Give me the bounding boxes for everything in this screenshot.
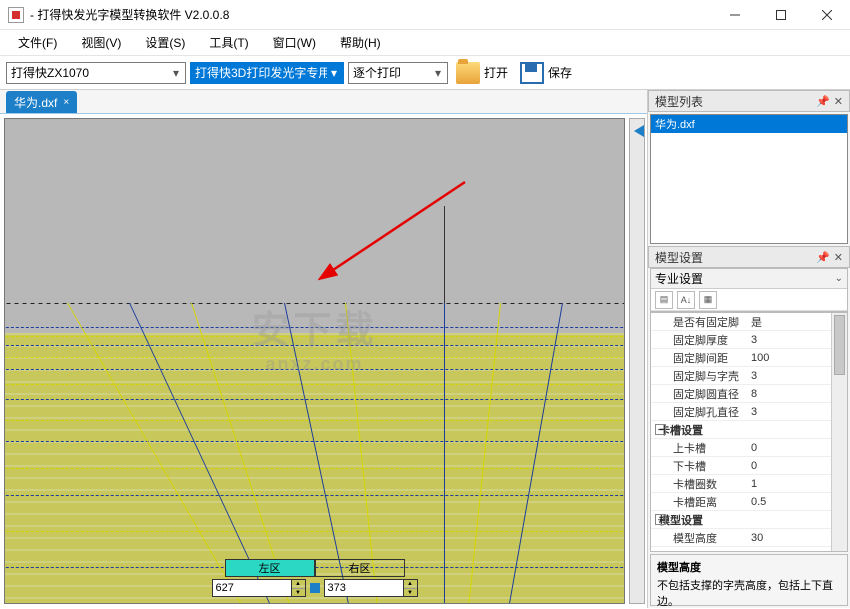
model-settings-title: 模型设置 — [655, 249, 703, 266]
annotation-arrow — [315, 177, 475, 287]
menu-settings[interactable]: 设置(S) — [133, 30, 197, 55]
menu-bar: 文件(F) 视图(V) 设置(S) 工具(T) 窗口(W) 帮助(H) — [0, 30, 850, 56]
property-group[interactable]: –卡槽设置 — [651, 421, 831, 439]
property-scrollbar[interactable] — [831, 313, 847, 551]
section-label: 专业设置 — [655, 270, 703, 287]
menu-window[interactable]: 窗口(W) — [261, 30, 328, 55]
model-list-header: 模型列表 📌 ✕ — [648, 90, 850, 112]
menu-tools[interactable]: 工具(T) — [197, 30, 260, 55]
profile-select[interactable]: 打得快3D打印发光字专用 ▾ — [190, 62, 344, 84]
minimize-button[interactable] — [712, 0, 758, 30]
stepper-left[interactable]: ▲▼ — [292, 579, 306, 597]
menu-file[interactable]: 文件(F) — [6, 30, 69, 55]
document-tab[interactable]: 华为.dxf × — [6, 91, 77, 113]
title-bar: - 打得快发光字模型转换软件 V2.0.0.8 — [0, 0, 850, 30]
categorize-icon[interactable]: ▤ — [655, 291, 673, 309]
print-mode-value: 逐个打印 — [353, 64, 431, 81]
menu-view[interactable]: 视图(V) — [69, 30, 133, 55]
list-item[interactable]: 华为.dxf — [651, 115, 847, 133]
property-grid[interactable]: 是否有固定脚是固定脚厚度3固定脚间距100固定脚与字壳3固定脚圆直径8固定脚孔直… — [650, 312, 848, 552]
save-icon — [520, 62, 544, 84]
model-list[interactable]: 华为.dxf — [650, 114, 848, 244]
chevron-down-icon: ▾ — [327, 66, 341, 80]
printer-select-value: 打得快ZX1070 — [11, 64, 169, 81]
property-row[interactable]: 模型高度30 — [651, 529, 831, 547]
zone-left-input[interactable] — [212, 579, 292, 597]
chevron-down-icon: ▾ — [431, 66, 445, 80]
desc-body: 不包括支撑的字壳高度，包括上下直边。 — [657, 577, 841, 609]
viewport-3d[interactable]: 安下载 anxz.com 左区 右区 ▲▼ — [4, 118, 625, 604]
pin-icon[interactable]: 📌 — [816, 251, 830, 264]
pin-icon[interactable]: 📌 — [816, 95, 830, 108]
section-select[interactable]: 专业设置 ⌄ — [651, 269, 847, 289]
props-icon[interactable]: ▦ — [699, 291, 717, 309]
property-row[interactable]: 固定脚孔直径3 — [651, 403, 831, 421]
property-row[interactable]: 下卡槽0 — [651, 457, 831, 475]
tab-close-icon[interactable]: × — [63, 97, 69, 108]
zone-slider-handle[interactable] — [310, 583, 320, 593]
window-title: - 打得快发光字模型转换软件 V2.0.0.8 — [30, 6, 712, 23]
property-row[interactable]: 固定脚厚度3 — [651, 331, 831, 349]
app-icon — [8, 7, 24, 23]
viewport-scrollbar[interactable] — [629, 118, 645, 604]
scroll-marker-icon — [634, 125, 644, 137]
menu-help[interactable]: 帮助(H) — [328, 30, 393, 55]
save-label: 保存 — [548, 64, 572, 81]
model-settings-header: 模型设置 📌 ✕ — [648, 246, 850, 268]
property-toolbar: ▤ A↓ ▦ — [651, 289, 847, 311]
property-row[interactable]: 卡槽圈数1 — [651, 475, 831, 493]
tab-label: 华为.dxf — [14, 94, 57, 111]
model-list-title: 模型列表 — [655, 93, 703, 110]
maximize-button[interactable] — [758, 0, 804, 30]
settings-section: 专业设置 ⌄ ▤ A↓ ▦ — [650, 268, 848, 312]
property-row[interactable]: 固定脚与字壳3 — [651, 367, 831, 385]
property-row[interactable]: 固定脚圆直径8 — [651, 385, 831, 403]
document-tabstrip: 华为.dxf × — [0, 90, 647, 114]
toolbar: 打得快ZX1070 ▾ 打得快3D打印发光字专用 ▾ 逐个打印 ▾ 打开 保存 — [0, 56, 850, 90]
property-row[interactable]: 是否有固定脚是 — [651, 313, 831, 331]
chevron-down-icon: ▾ — [169, 66, 183, 80]
close-button[interactable] — [804, 0, 850, 30]
property-group[interactable]: –模型设置 — [651, 511, 831, 529]
save-button[interactable]: 保存 — [516, 61, 576, 85]
chevron-down-icon: ⌄ — [835, 273, 843, 284]
panel-close-icon[interactable]: ✕ — [834, 251, 843, 264]
zone-right-input[interactable] — [324, 579, 404, 597]
property-row[interactable]: 固定脚间距100 — [651, 349, 831, 367]
open-label: 打开 — [484, 64, 508, 81]
stepper-right[interactable]: ▲▼ — [404, 579, 418, 597]
zone-left-button[interactable]: 左区 — [225, 559, 315, 577]
property-row[interactable]: 上卡槽0 — [651, 439, 831, 457]
profile-select-value: 打得快3D打印发光字专用 — [195, 64, 327, 81]
sort-az-icon[interactable]: A↓ — [677, 291, 695, 309]
panel-close-icon[interactable]: ✕ — [834, 95, 843, 108]
open-button[interactable]: 打开 — [452, 61, 512, 85]
folder-open-icon — [456, 62, 480, 84]
zone-controls: 左区 右区 ▲▼ ▲▼ — [212, 559, 418, 597]
property-row[interactable]: 卡槽距离0.5 — [651, 493, 831, 511]
property-description: 模型高度 不包括支撑的字壳高度，包括上下直边。 — [650, 554, 848, 606]
print-mode-select[interactable]: 逐个打印 ▾ — [348, 62, 448, 84]
printer-select[interactable]: 打得快ZX1070 ▾ — [6, 62, 186, 84]
ground-plane — [5, 303, 624, 603]
zone-right-button[interactable]: 右区 — [315, 559, 405, 577]
desc-title: 模型高度 — [657, 559, 841, 575]
